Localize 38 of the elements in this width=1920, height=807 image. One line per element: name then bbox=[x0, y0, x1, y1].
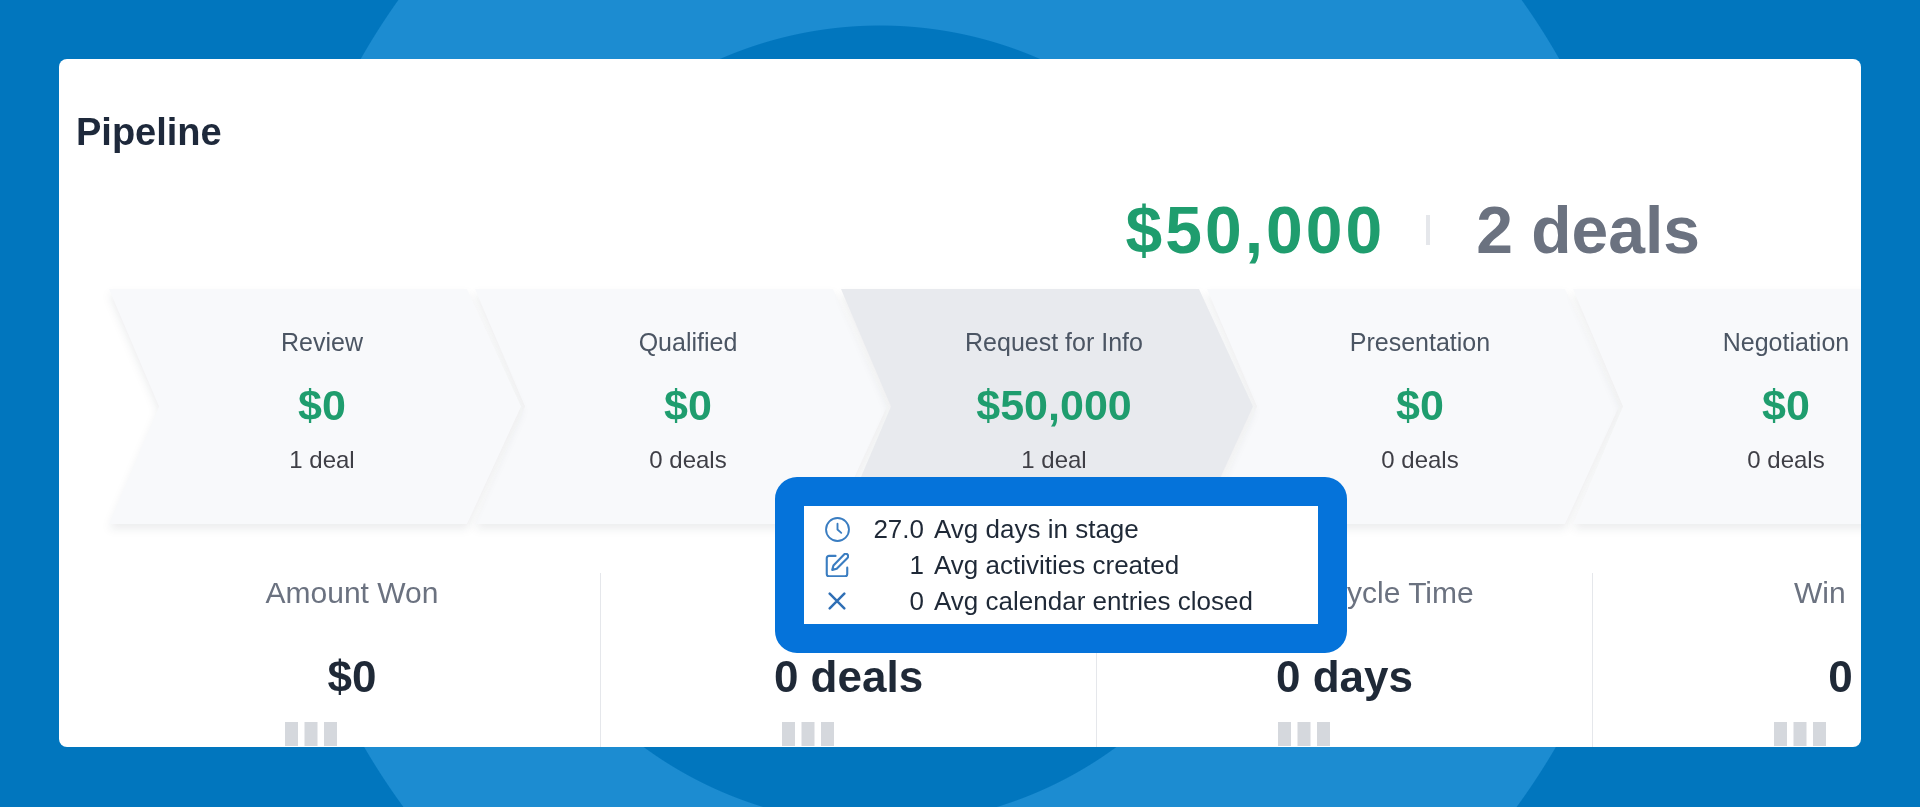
bar-chart-icon bbox=[1277, 722, 1330, 746]
bar-chart-icon bbox=[285, 722, 337, 746]
cross-icon bbox=[828, 592, 846, 610]
total-deal-count: 2 deals bbox=[1476, 192, 1700, 268]
metric-value: 0 deals bbox=[773, 654, 924, 700]
metric-value: 0 days bbox=[1276, 654, 1413, 700]
stage-name: Qualified bbox=[638, 327, 738, 357]
clock-icon bbox=[824, 516, 850, 542]
stage-deal-count: 0 deals bbox=[649, 446, 727, 474]
stage-deal-count: 0 deals bbox=[1381, 446, 1459, 474]
stage-deal-count: 0 deals bbox=[1747, 446, 1825, 474]
stage-amount: $50,000 bbox=[976, 381, 1132, 429]
stage-deal-count: 1 deal bbox=[1021, 446, 1087, 474]
stage-name: Review bbox=[281, 327, 363, 357]
metric-value: $0 bbox=[327, 654, 377, 700]
stage-deal-count: 1 deal bbox=[289, 446, 355, 474]
stat-description: Avg calendar entries closed bbox=[934, 586, 1253, 616]
stage-amount: $0 bbox=[1396, 381, 1444, 429]
stage-name: Presentation bbox=[1349, 327, 1491, 357]
stage-amount: $0 bbox=[298, 381, 346, 429]
stat-number: 0 bbox=[909, 586, 924, 616]
stat-description: Avg activities created bbox=[934, 550, 1180, 580]
stage-amount: $0 bbox=[1762, 381, 1810, 429]
metric-label: ycle Time bbox=[1347, 575, 1474, 611]
pipeline-stage[interactable]: Negotiation $0 0 deals bbox=[1573, 289, 1861, 524]
stage-name: Request for Info bbox=[965, 327, 1143, 357]
stat-number: 1 bbox=[909, 550, 924, 580]
bar-chart-icon bbox=[781, 722, 834, 746]
metric-label: Amount Won bbox=[265, 575, 439, 611]
total-amount: $50,000 bbox=[1125, 192, 1386, 268]
stage-amount: $0 bbox=[664, 381, 712, 429]
pencil-square-icon bbox=[825, 553, 849, 577]
card-title: Pipeline bbox=[76, 110, 222, 154]
metric-label: Win bbox=[1794, 575, 1846, 611]
stage-name: Negotiation bbox=[1722, 327, 1850, 357]
pipeline-stage[interactable]: Review $0 1 deal bbox=[109, 289, 521, 524]
bar-chart-icon bbox=[1773, 722, 1826, 746]
metric-value: 0 bbox=[1828, 654, 1853, 700]
